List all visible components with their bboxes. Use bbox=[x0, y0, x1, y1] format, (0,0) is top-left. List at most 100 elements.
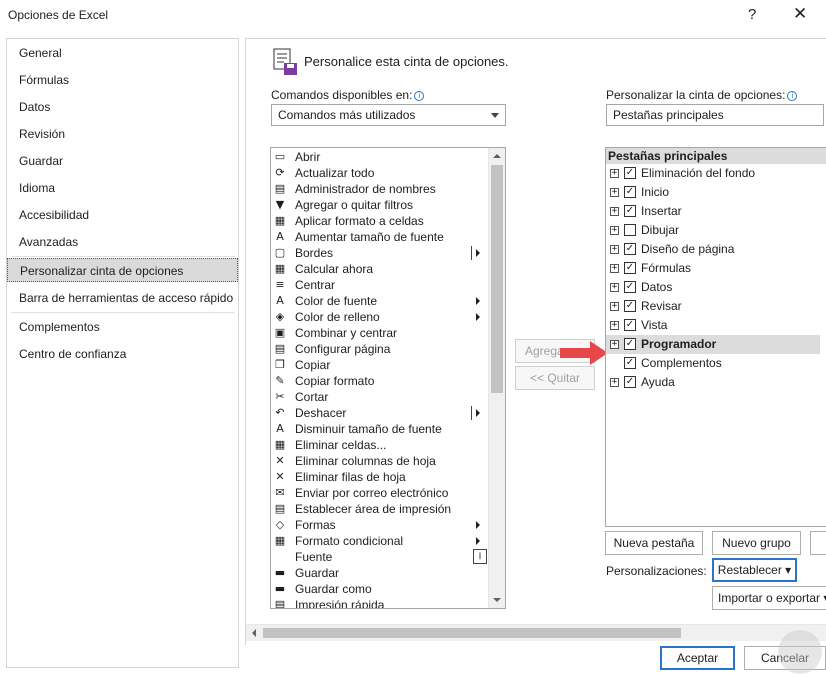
command-list-item[interactable]: ▢ Bordes bbox=[271, 245, 489, 261]
sidebar-item-general[interactable]: General bbox=[7, 41, 238, 65]
refresh-icon: ⟳ bbox=[275, 166, 285, 179]
panel-horizontal-scrollbar[interactable] bbox=[246, 624, 826, 641]
sidebar-item-data[interactable]: Datos bbox=[7, 95, 238, 119]
ribbon-tab-item[interactable]: + ✓ Insertar bbox=[606, 202, 826, 221]
command-label: Enviar por correo electrónico bbox=[295, 486, 449, 500]
ribbon-tab-item[interactable]: + Dibujar bbox=[606, 221, 826, 240]
command-list-item[interactable]: A Color de fuente bbox=[271, 293, 489, 309]
command-label: Aumentar tamaño de fuente bbox=[295, 230, 444, 244]
tab-checkbox[interactable]: ✓ bbox=[624, 262, 636, 274]
command-list-item[interactable]: ▬ Guardar bbox=[271, 565, 489, 581]
command-list-item[interactable]: ▦ Eliminar celdas... bbox=[271, 437, 489, 453]
expand-icon[interactable]: + bbox=[610, 378, 619, 387]
customize-ribbon-dropdown[interactable]: Pestañas principales bbox=[606, 104, 824, 126]
expand-icon[interactable]: + bbox=[610, 226, 619, 235]
expand-icon[interactable]: + bbox=[610, 207, 619, 216]
ribbon-tab-item[interactable]: + ✓ Programador bbox=[606, 335, 820, 354]
reset-button[interactable]: Restablecer ▾ bbox=[712, 558, 797, 582]
new-tab-button[interactable]: Nueva pestaña bbox=[605, 531, 703, 555]
ribbon-tab-item[interactable]: + ✓ Fórmulas bbox=[606, 259, 826, 278]
new-group-button[interactable]: Nuevo grupo bbox=[712, 531, 801, 555]
expand-icon[interactable]: + bbox=[610, 264, 619, 273]
ribbon-tab-item[interactable]: + ✓ Inicio bbox=[606, 183, 826, 202]
ribbon-tab-item[interactable]: + ✓ Revisar bbox=[606, 297, 826, 316]
command-list-item[interactable]: ▤ Configurar página bbox=[271, 341, 489, 357]
command-list-item[interactable]: ▦ Aplicar formato a celdas bbox=[271, 213, 489, 229]
expand-icon[interactable]: + bbox=[610, 283, 619, 292]
tab-checkbox[interactable]: ✓ bbox=[624, 319, 636, 331]
command-list-item[interactable]: ▭ Abrir bbox=[271, 149, 489, 165]
command-list-item[interactable]: ▤ Administrador de nombres bbox=[271, 181, 489, 197]
command-list-item[interactable]: ▦ Formato condicional bbox=[271, 533, 489, 549]
sidebar-item-formulas[interactable]: Fórmulas bbox=[7, 68, 238, 92]
sidebar-item-add-ins[interactable]: Complementos bbox=[7, 315, 238, 339]
scroll-up-icon[interactable] bbox=[493, 154, 501, 158]
ribbon-tab-item[interactable]: + ✓ Eliminación del fondo bbox=[606, 164, 826, 183]
command-list-item[interactable]: A Aumentar tamaño de fuente bbox=[271, 229, 489, 245]
tab-checkbox[interactable]: ✓ bbox=[624, 338, 636, 350]
command-list-item[interactable]: ⟳ Actualizar todo bbox=[271, 165, 489, 181]
command-list-item[interactable]: ◈ Color de relleno bbox=[271, 309, 489, 325]
ribbon-tab-label: Diseño de página bbox=[641, 242, 735, 256]
command-list-item[interactable]: ✕ Eliminar filas de hoja bbox=[271, 469, 489, 485]
tab-checkbox[interactable]: ✓ bbox=[624, 357, 636, 369]
tab-checkbox[interactable]: ✓ bbox=[624, 300, 636, 312]
commands-available-dropdown[interactable]: Comandos más utilizados bbox=[271, 104, 506, 126]
sidebar-item-accessibility[interactable]: Accesibilidad bbox=[7, 203, 238, 227]
tab-checkbox[interactable]: ✓ bbox=[624, 243, 636, 255]
expand-icon[interactable]: + bbox=[610, 169, 619, 178]
ribbon-tabs-tree[interactable]: Pestañas principales + ✓ Eliminación del f… bbox=[605, 147, 826, 527]
scroll-thumb[interactable] bbox=[491, 165, 503, 393]
sidebar-item-customize-ribbon[interactable]: Personalizar cinta de opciones bbox=[7, 258, 238, 282]
command-list-item[interactable]: ≡ Centrar bbox=[271, 277, 489, 293]
commands-list-scrollbar[interactable] bbox=[488, 148, 505, 608]
sidebar-item-save[interactable]: Guardar bbox=[7, 149, 238, 173]
expand-icon[interactable]: + bbox=[610, 188, 619, 197]
ribbon-tab-item[interactable]: + ✓ Diseño de página bbox=[606, 240, 826, 259]
help-button[interactable]: ? bbox=[748, 6, 756, 23]
ribbon-tab-item[interactable]: ✓ Complementos bbox=[606, 354, 826, 373]
expand-icon[interactable]: + bbox=[610, 245, 619, 254]
ribbon-tab-item[interactable]: + ✓ Vista bbox=[606, 316, 826, 335]
remove-button[interactable]: << Quitar bbox=[515, 366, 595, 390]
horizontal-scroll-thumb[interactable] bbox=[263, 628, 681, 638]
tab-checkbox[interactable] bbox=[624, 224, 636, 236]
sidebar-item-advanced[interactable]: Avanzadas bbox=[7, 230, 238, 254]
command-list-item[interactable]: ✂ Cortar bbox=[271, 389, 489, 405]
command-list-item[interactable]: ❐ Copiar bbox=[271, 357, 489, 373]
scroll-down-icon[interactable] bbox=[493, 598, 501, 602]
command-list-item[interactable]: ✉ Enviar por correo electrónico bbox=[271, 485, 489, 501]
tab-checkbox[interactable]: ✓ bbox=[624, 376, 636, 388]
command-list-item[interactable]: ✎ Copiar formato bbox=[271, 373, 489, 389]
ribbon-tab-item[interactable]: + ✓ Datos bbox=[606, 278, 826, 297]
command-list-item[interactable]: ▣ Combinar y centrar bbox=[271, 325, 489, 341]
command-list-item[interactable]: Fuente I bbox=[271, 549, 489, 565]
rename-button[interactable] bbox=[810, 531, 826, 555]
command-list-item[interactable]: ▦ Calcular ahora bbox=[271, 261, 489, 277]
commands-list[interactable]: ▭ Abrir ⟳ Actualizar todo ▤ Administrador de … bbox=[270, 147, 506, 609]
command-list-item[interactable]: ▬ Guardar como bbox=[271, 581, 489, 597]
command-list-item[interactable]: ▤ Establecer área de impresión bbox=[271, 501, 489, 517]
tab-checkbox[interactable]: ✓ bbox=[624, 167, 636, 179]
command-list-item[interactable]: A Disminuir tamaño de fuente bbox=[271, 421, 489, 437]
import-export-button[interactable]: Importar o exportar ▾ bbox=[712, 586, 826, 610]
tab-checkbox[interactable]: ✓ bbox=[624, 281, 636, 293]
expand-icon[interactable]: + bbox=[610, 321, 619, 330]
scroll-left-icon[interactable] bbox=[252, 629, 256, 637]
command-list-item[interactable]: ▼ Agregar o quitar filtros bbox=[271, 197, 489, 213]
command-list-item[interactable]: ▤ Impresión rápida bbox=[271, 597, 489, 608]
close-button[interactable]: ✕ bbox=[793, 4, 807, 24]
ribbon-tab-item[interactable]: + ✓ Ayuda bbox=[606, 373, 826, 392]
sidebar-item-language[interactable]: Idioma bbox=[7, 176, 238, 200]
sidebar-item-review[interactable]: Revisión bbox=[7, 122, 238, 146]
ok-button[interactable]: Aceptar bbox=[660, 646, 735, 670]
sidebar-item-quick-access-toolbar[interactable]: Barra de herramientas de acceso rápido bbox=[7, 286, 238, 310]
sidebar-item-trust-center[interactable]: Centro de confianza bbox=[7, 342, 238, 366]
command-list-item[interactable]: ✕ Eliminar columnas de hoja bbox=[271, 453, 489, 469]
command-list-item[interactable]: ◇ Formas bbox=[271, 517, 489, 533]
tab-checkbox[interactable]: ✓ bbox=[624, 186, 636, 198]
tab-checkbox[interactable]: ✓ bbox=[624, 205, 636, 217]
expand-icon[interactable]: + bbox=[610, 302, 619, 311]
expand-icon[interactable]: + bbox=[610, 340, 619, 349]
command-list-item[interactable]: ↶ Deshacer bbox=[271, 405, 489, 421]
